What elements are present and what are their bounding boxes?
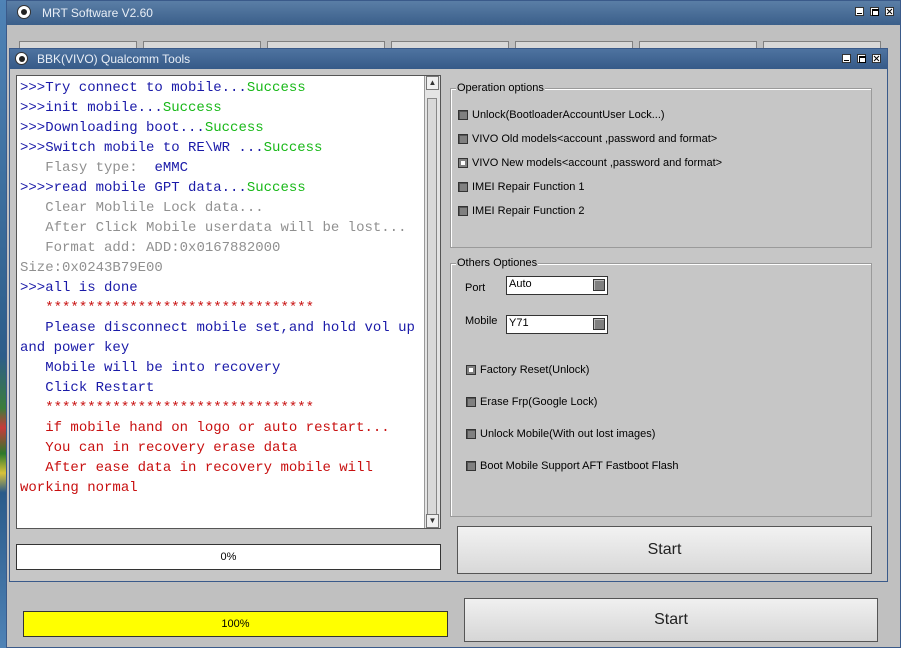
scroll-down-icon[interactable]: ▼ bbox=[426, 514, 439, 528]
log-line: You can in recovery erase data bbox=[20, 438, 422, 458]
dropdown-icon[interactable] bbox=[593, 318, 605, 330]
log-line: >>>Try connect to mobile...Success bbox=[20, 78, 422, 98]
log-line: Size:0x0243B79E00 bbox=[20, 258, 422, 278]
main-window-titlebar[interactable]: MRT Software V2.60 bbox=[7, 1, 900, 25]
log-segment: eMMC bbox=[154, 160, 189, 176]
checkbox[interactable] bbox=[458, 110, 468, 120]
checkbox[interactable] bbox=[458, 158, 468, 168]
operation-options-legend: Operation options bbox=[456, 82, 545, 94]
close-icon[interactable] bbox=[872, 54, 881, 63]
log-line: Clear Moblile Lock data... bbox=[20, 198, 422, 218]
checkbox[interactable] bbox=[466, 397, 476, 407]
log-segment: >>>init mobile... bbox=[20, 100, 163, 116]
operation-options-group: Operation options Unlock(BootloaderAccou… bbox=[450, 82, 872, 248]
log-segment: ******************************** bbox=[20, 300, 315, 316]
main-window-title: MRT Software V2.60 bbox=[42, 6, 153, 20]
tools-progress-bar: 0% bbox=[16, 544, 441, 570]
close-icon[interactable] bbox=[885, 7, 894, 16]
log-segment: Success bbox=[263, 140, 323, 156]
checkbox[interactable] bbox=[466, 461, 476, 471]
checkbox[interactable] bbox=[458, 206, 468, 216]
minimize-icon[interactable] bbox=[855, 7, 864, 16]
log-line: Format add: ADD:0x0167882000 bbox=[20, 238, 422, 258]
tools-progress-text: 0% bbox=[220, 551, 237, 563]
option-unlock-mobile[interactable]: Unlock Mobile(With out lost images) bbox=[466, 428, 655, 440]
option-imei-repair-2[interactable]: IMEI Repair Function 2 bbox=[458, 205, 585, 217]
qualcomm-tools-window: BBK(VIVO) Qualcomm Tools >>>Try connect … bbox=[9, 48, 888, 582]
log-segment: Please disconnect mobile set,and hold vo… bbox=[20, 320, 424, 356]
log-segment: After ease data in recovery mobile will … bbox=[20, 460, 382, 496]
log-segment: >>>Try connect to mobile... bbox=[20, 80, 247, 96]
log-line: if mobile hand on logo or auto restart..… bbox=[20, 418, 422, 438]
mobile-select[interactable]: Y71 bbox=[506, 315, 608, 334]
port-select[interactable]: Auto bbox=[506, 276, 608, 295]
option-boot-aft-fastboot[interactable]: Boot Mobile Support AFT Fastboot Flash bbox=[466, 460, 679, 472]
log-segment: if mobile hand on logo or auto restart..… bbox=[20, 420, 390, 436]
log-segment: >>>all is done bbox=[20, 280, 138, 296]
scroll-thumb[interactable] bbox=[427, 98, 437, 518]
log-line: Flasy type: eMMC bbox=[20, 158, 422, 178]
log-line: ******************************** bbox=[20, 398, 422, 418]
log-segment: Success bbox=[246, 180, 306, 196]
log-segment: Success bbox=[162, 100, 222, 116]
maximize-icon[interactable] bbox=[857, 54, 866, 63]
log-line: ******************************** bbox=[20, 298, 422, 318]
log-segment: You can in recovery erase data bbox=[20, 440, 298, 456]
checkbox[interactable] bbox=[466, 429, 476, 439]
log-line: >>>init mobile...Success bbox=[20, 98, 422, 118]
log-segment: ******************************** bbox=[20, 400, 315, 416]
main-progress-text: 100% bbox=[221, 618, 250, 630]
log-line: >>>Downloading boot...Success bbox=[20, 118, 422, 138]
option-erase-frp[interactable]: Erase Frp(Google Lock) bbox=[466, 396, 597, 408]
log-segment: After Click Mobile userdata will be lost… bbox=[20, 220, 407, 236]
log-line: Mobile will be into recovery bbox=[20, 358, 422, 378]
log-line: >>>all is done bbox=[20, 278, 422, 298]
tools-start-button[interactable]: Start bbox=[457, 526, 872, 574]
option-vivo-old[interactable]: VIVO Old models<account ,password and fo… bbox=[458, 133, 717, 145]
log-line: >>>Switch mobile to RE\WR ...Success bbox=[20, 138, 422, 158]
log-segment: >>>Switch mobile to RE\WR ... bbox=[20, 140, 264, 156]
option-unlock[interactable]: Unlock(BootloaderAccountUser Lock...) bbox=[458, 109, 665, 121]
scroll-up-icon[interactable]: ▲ bbox=[426, 76, 439, 90]
option-vivo-new[interactable]: VIVO New models<account ,password and fo… bbox=[458, 157, 722, 169]
log-panel[interactable]: >>>Try connect to mobile...Success >>>ini… bbox=[16, 75, 441, 529]
log-line: Please disconnect mobile set,and hold vo… bbox=[20, 318, 422, 358]
minimize-icon[interactable] bbox=[842, 54, 851, 63]
log-segment: Mobile will be into recovery bbox=[20, 360, 281, 376]
checkbox[interactable] bbox=[458, 134, 468, 144]
checkbox[interactable] bbox=[466, 365, 476, 375]
log-segment: Flasy type: bbox=[20, 160, 155, 176]
others-options-group: Others Optiones Port Auto Mobile Y71 Fac… bbox=[450, 257, 872, 517]
log-segment: Clear Moblile Lock data... bbox=[20, 200, 264, 216]
tools-app-icon bbox=[15, 52, 28, 65]
log-line: Click Restart bbox=[20, 378, 422, 398]
maximize-icon[interactable] bbox=[870, 7, 879, 16]
log-scrollbar[interactable]: ▲ ▼ bbox=[424, 76, 440, 528]
log-segment: Size:0x0243B79E00 bbox=[20, 260, 163, 276]
log-line: After ease data in recovery mobile will … bbox=[20, 458, 422, 498]
checkbox[interactable] bbox=[458, 182, 468, 192]
tools-window-title: BBK(VIVO) Qualcomm Tools bbox=[37, 52, 191, 66]
mobile-label: Mobile bbox=[465, 315, 498, 327]
dropdown-icon[interactable] bbox=[593, 279, 605, 291]
tools-window-titlebar[interactable]: BBK(VIVO) Qualcomm Tools bbox=[10, 49, 887, 69]
log-segment: >>>Downloading boot... bbox=[20, 120, 205, 136]
log-segment: Click Restart bbox=[20, 380, 155, 396]
log-line: >>>>read mobile GPT data...Success bbox=[20, 178, 422, 198]
log-line: After Click Mobile userdata will be lost… bbox=[20, 218, 422, 238]
log-text: >>>Try connect to mobile...Success >>>ini… bbox=[20, 78, 422, 498]
main-progress-bar: 100% bbox=[23, 611, 448, 637]
app-icon bbox=[17, 5, 31, 19]
log-segment: Success bbox=[204, 120, 264, 136]
port-label: Port bbox=[465, 282, 486, 294]
others-options-legend: Others Optiones bbox=[456, 257, 539, 269]
option-factory-reset[interactable]: Factory Reset(Unlock) bbox=[466, 364, 589, 376]
option-imei-repair-1[interactable]: IMEI Repair Function 1 bbox=[458, 181, 585, 193]
log-segment: Success bbox=[246, 80, 306, 96]
main-start-button[interactable]: Start bbox=[464, 598, 878, 642]
log-segment: >>>>read mobile GPT data... bbox=[20, 180, 247, 196]
log-segment: Format add: ADD:0x0167882000 bbox=[20, 240, 281, 256]
